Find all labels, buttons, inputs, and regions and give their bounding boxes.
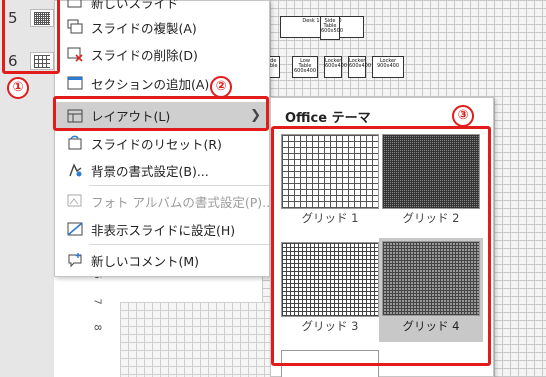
annotation-box-layouts xyxy=(271,126,491,366)
menu-item-new-slide[interactable]: 新しいスライド xyxy=(55,0,269,15)
menu-item-delete-slide[interactable]: スライドの削除(D) xyxy=(55,41,269,67)
slide-object-side-table: Side Table 600x500 xyxy=(320,16,343,40)
menu-item-hide-slide[interactable]: 非表示スライドに設定(H) xyxy=(55,216,269,242)
duplicate-slide-icon xyxy=(67,19,83,34)
menu-item-reset-slide[interactable]: スライドのリセット(R) xyxy=(55,130,269,156)
callout-2: ② xyxy=(210,76,232,98)
menu-item-photo-album[interactable]: フォト アルバムの書式設定(P)... xyxy=(55,188,274,214)
menu-separator xyxy=(89,244,269,245)
menu-item-duplicate-slide[interactable]: スライドの複製(A) xyxy=(55,14,269,40)
menu-item-new-comment[interactable]: 新しいコメント(M) xyxy=(55,247,269,273)
vertical-ruler: 6 7 8 xyxy=(88,270,110,370)
slide-object-locker-2: Locker 600x400 xyxy=(348,56,371,78)
photo-album-icon xyxy=(67,194,82,207)
menu-item-label: 新しいスライド xyxy=(91,0,179,11)
menu-item-label: スライドの削除(D) xyxy=(91,47,198,63)
ruler-mark: 8 xyxy=(91,324,103,331)
format-background-icon xyxy=(69,163,82,177)
ruler-mark: 7 xyxy=(91,298,103,305)
delete-slide-icon xyxy=(67,47,83,62)
reset-slide-icon xyxy=(68,135,82,150)
menu-item-label: 新しいコメント(M) xyxy=(91,253,200,269)
callout-3: ③ xyxy=(452,105,474,127)
menu-item-label: セクションの追加(A) xyxy=(91,76,210,92)
add-section-icon xyxy=(67,76,83,90)
slide-object-locker-3: Locker 900x400 xyxy=(372,56,404,78)
slide-object-low-table: Low Table 600x400 xyxy=(292,56,318,78)
context-menu: 新しいスライド スライドの複製(A) スライドの削除(D) セクションの追加(A… xyxy=(54,0,274,277)
menu-item-label: スライドの複製(A) xyxy=(91,20,197,36)
callout-1: ① xyxy=(7,77,29,99)
slide-object-locker-1: Locker 600x400 xyxy=(324,56,347,78)
menu-item-format-background[interactable]: 背景の書式設定(B)... xyxy=(55,157,269,183)
slide-canvas-lower xyxy=(120,302,270,377)
menu-item-label: 非表示スライドに設定(H) xyxy=(91,222,236,238)
menu-item-label: スライドのリセット(R) xyxy=(91,136,222,152)
annotation-box-thumbnail xyxy=(2,0,60,74)
menu-separator xyxy=(89,185,269,186)
annotation-box-layout xyxy=(53,96,269,131)
hide-slide-icon xyxy=(67,222,83,236)
menu-item-label: フォト アルバムの書式設定(P)... xyxy=(91,194,275,210)
menu-item-label: 背景の書式設定(B)... xyxy=(91,163,209,179)
new-slide-icon xyxy=(67,0,82,8)
submenu-title: Office テーマ xyxy=(285,111,371,126)
new-comment-icon xyxy=(68,253,82,268)
menu-item-add-section[interactable]: セクションの追加(A) xyxy=(55,70,269,96)
